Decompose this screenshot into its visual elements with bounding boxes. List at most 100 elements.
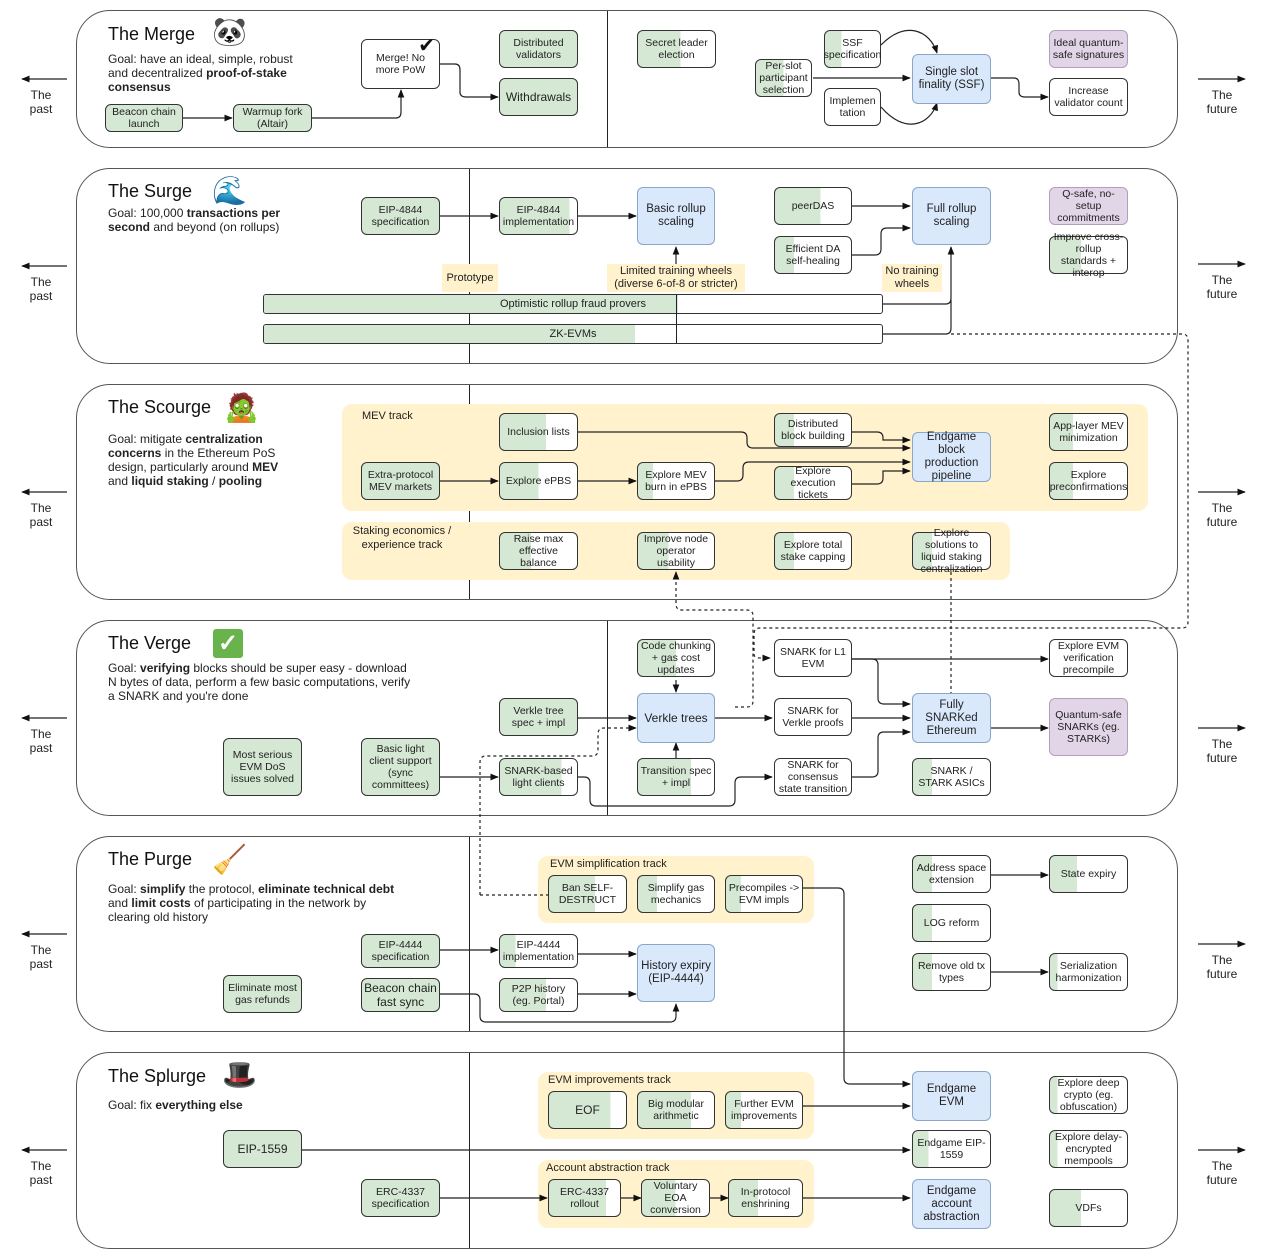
node-inclusion-lists: Inclusion lists (499, 413, 578, 451)
future-label: The future (1206, 501, 1238, 529)
node-label: EIP-4844 specification (371, 204, 430, 228)
present-divider (607, 11, 608, 147)
wave-icon: 🌊 (212, 175, 247, 206)
future-arrows (1198, 75, 1246, 1154)
node-label: EOF (575, 1103, 600, 1117)
node-label: Transition spec + impl (640, 765, 712, 789)
checkmark-icon: ✔ (418, 35, 435, 57)
node-label: Efficient DA self-healing (785, 243, 841, 267)
bar-label: Optimistic rollup fraud provers (499, 298, 647, 310)
node-label: peerDAS (791, 200, 835, 212)
node-simplify-gas-mechanics: Simplify gas mechanics (637, 875, 715, 913)
node-ban-selfdestruct: Ban SELF-DESTRUCT (548, 875, 627, 913)
node-label: Big modular arithmetic (647, 1098, 705, 1122)
node-explore-epbs: Explore ePBS (499, 462, 578, 500)
broom-icon: 🧹 (212, 844, 247, 875)
future-label: The future (1206, 1159, 1238, 1187)
node-eip-4844-specification: EIP-4844 specification (361, 197, 440, 235)
node-extra-protocol-mev-markets: Extra-protocol MEV markets (361, 462, 440, 500)
mev-track (342, 404, 1148, 511)
node-serialization-harmonization: Serialization harmonization (1049, 953, 1128, 991)
node-q-safe-commitments: Q-safe, no-setup commitments (1049, 187, 1128, 225)
node-eof: EOF (548, 1091, 627, 1129)
row-title: The Merge (108, 24, 196, 44)
node-label: Remove old tx types (917, 960, 986, 984)
node-endgame-account-abstraction: Endgame account abstraction (912, 1179, 991, 1229)
node-label: Explore preconfirmations (1049, 469, 1128, 493)
node-history-expiry: History expiry (EIP-4444) (637, 944, 715, 1002)
node-raise-max-effective-balance: Raise max effective balance (499, 532, 578, 570)
node-label: Basic rollup scaling (646, 203, 706, 228)
node-label: Most serious EVM DoS issues solved (230, 749, 295, 785)
node-label: Serialization harmonization (1055, 960, 1122, 984)
node-eip-4444-specification: EIP-4444 specification (361, 934, 440, 968)
node-state-expiry: State expiry (1049, 855, 1128, 893)
past-label: The past (29, 727, 53, 755)
node-explore-delay-encrypted-mempools: Explore delay-encrypted mempools (1049, 1130, 1128, 1168)
node-cross-rollup-standards: Improve cross-rollup standards + interop (1049, 231, 1128, 279)
node-explore-execution-tickets: Explore execution tickets (774, 465, 852, 501)
node-label: Full rollup scaling (926, 203, 977, 228)
node-label: History expiry (EIP-4444) (641, 960, 711, 985)
node-label: Code chunking + gas cost updates (640, 640, 712, 676)
node-label: Q-safe, no-setup commitments (1057, 188, 1120, 224)
check-mark-icon: ✓ (213, 629, 243, 658)
node-precompiles-to-evm: Precompiles -> EVM impls (725, 875, 803, 913)
node-app-layer-mev-minimization: App-layer MEV minimization (1049, 413, 1128, 451)
node-label: Verkle trees (644, 711, 708, 725)
node-label: SNARK for L1 EVM (780, 646, 846, 670)
node-label: Explore execution tickets (790, 465, 836, 501)
node-label: Ideal quantum-safe signatures (1052, 37, 1125, 61)
node-basic-rollup-scaling: Basic rollup scaling (637, 187, 715, 245)
node-big-modular-arithmetic: Big modular arithmetic (637, 1091, 715, 1129)
node-label: Basic light client support (sync committ… (369, 743, 432, 791)
past-label: The past (29, 943, 53, 971)
node-label: Further EVM improvements (731, 1098, 797, 1122)
node-secret-leader-election: Secret leader election (637, 30, 716, 68)
node-peerdas: peerDAS (774, 187, 852, 225)
node-endgame-eip-1559: Endgame EIP-1559 (912, 1130, 991, 1168)
node-label: Warmup fork (Altair) (242, 106, 303, 130)
node-label: Distributed validators (513, 37, 564, 61)
node-full-rollup-scaling: Full rollup scaling (912, 187, 991, 245)
future-label: The future (1206, 88, 1238, 116)
past-label: The past (29, 501, 53, 529)
node-increase-validator-count: Increase validator count (1049, 78, 1128, 116)
node-label: Explore delay-encrypted mempools (1054, 1131, 1123, 1167)
top-hat-icon: 🎩 (222, 1059, 257, 1090)
node-beacon-chain-launch: Beacon chain launch (105, 104, 183, 132)
node-label: SSF specification (823, 37, 882, 61)
node-further-evm-improvements: Further EVM improvements (725, 1091, 803, 1129)
node-vdfs: VDFs (1049, 1189, 1128, 1227)
node-warmup-fork: Warmup fork (Altair) (233, 104, 312, 132)
row-goal: Goal: have an ideal, simple, robust and … (108, 52, 293, 94)
node-withdrawals: Withdrawals (499, 78, 578, 116)
note-prototype: Prototype (442, 264, 498, 292)
node-distributed-block-building: Distributed block building (774, 413, 852, 447)
node-label: VDFs (1075, 1202, 1102, 1214)
future-label: The future (1206, 953, 1238, 981)
node-label: Verkle tree spec + impl (511, 705, 566, 729)
node-label: Per-slot participant selection (759, 60, 808, 96)
node-label: Improve node operator usability (643, 533, 709, 569)
panda-icon: 🐼 (212, 16, 247, 47)
node-label: Explore EVM verification precompile (1057, 640, 1120, 676)
past-label: The past (29, 88, 53, 116)
node-label: SNARK for Verkle proofs (782, 705, 844, 729)
node-efficient-da-self-healing: Efficient DA self-healing (774, 236, 852, 274)
node-label: Endgame EIP-1559 (917, 1137, 986, 1161)
node-label: App-layer MEV minimization (1053, 420, 1124, 444)
node-distributed-validators: Distributed validators (499, 30, 578, 68)
node-code-chunking: Code chunking + gas cost updates (637, 639, 715, 677)
node-label: Explore ePBS (505, 475, 572, 487)
node-merge-no-pow: Merge! No more PoW ✔ (361, 35, 440, 89)
node-eliminate-gas-refunds: Eliminate most gas refunds (223, 975, 302, 1013)
node-label: Increase validator count (1054, 85, 1123, 109)
node-per-slot-participant-selection: Per-slot participant selection (755, 59, 812, 97)
node-label: Explore total stake capping (780, 539, 846, 563)
node-label: Explore MEV burn in ePBS (645, 469, 707, 493)
row-title: The Surge (108, 181, 193, 201)
future-label: The future (1206, 737, 1238, 765)
node-label: Implemen tation (829, 95, 876, 119)
node-snark-stark-asics: SNARK / STARK ASICs (912, 758, 991, 796)
